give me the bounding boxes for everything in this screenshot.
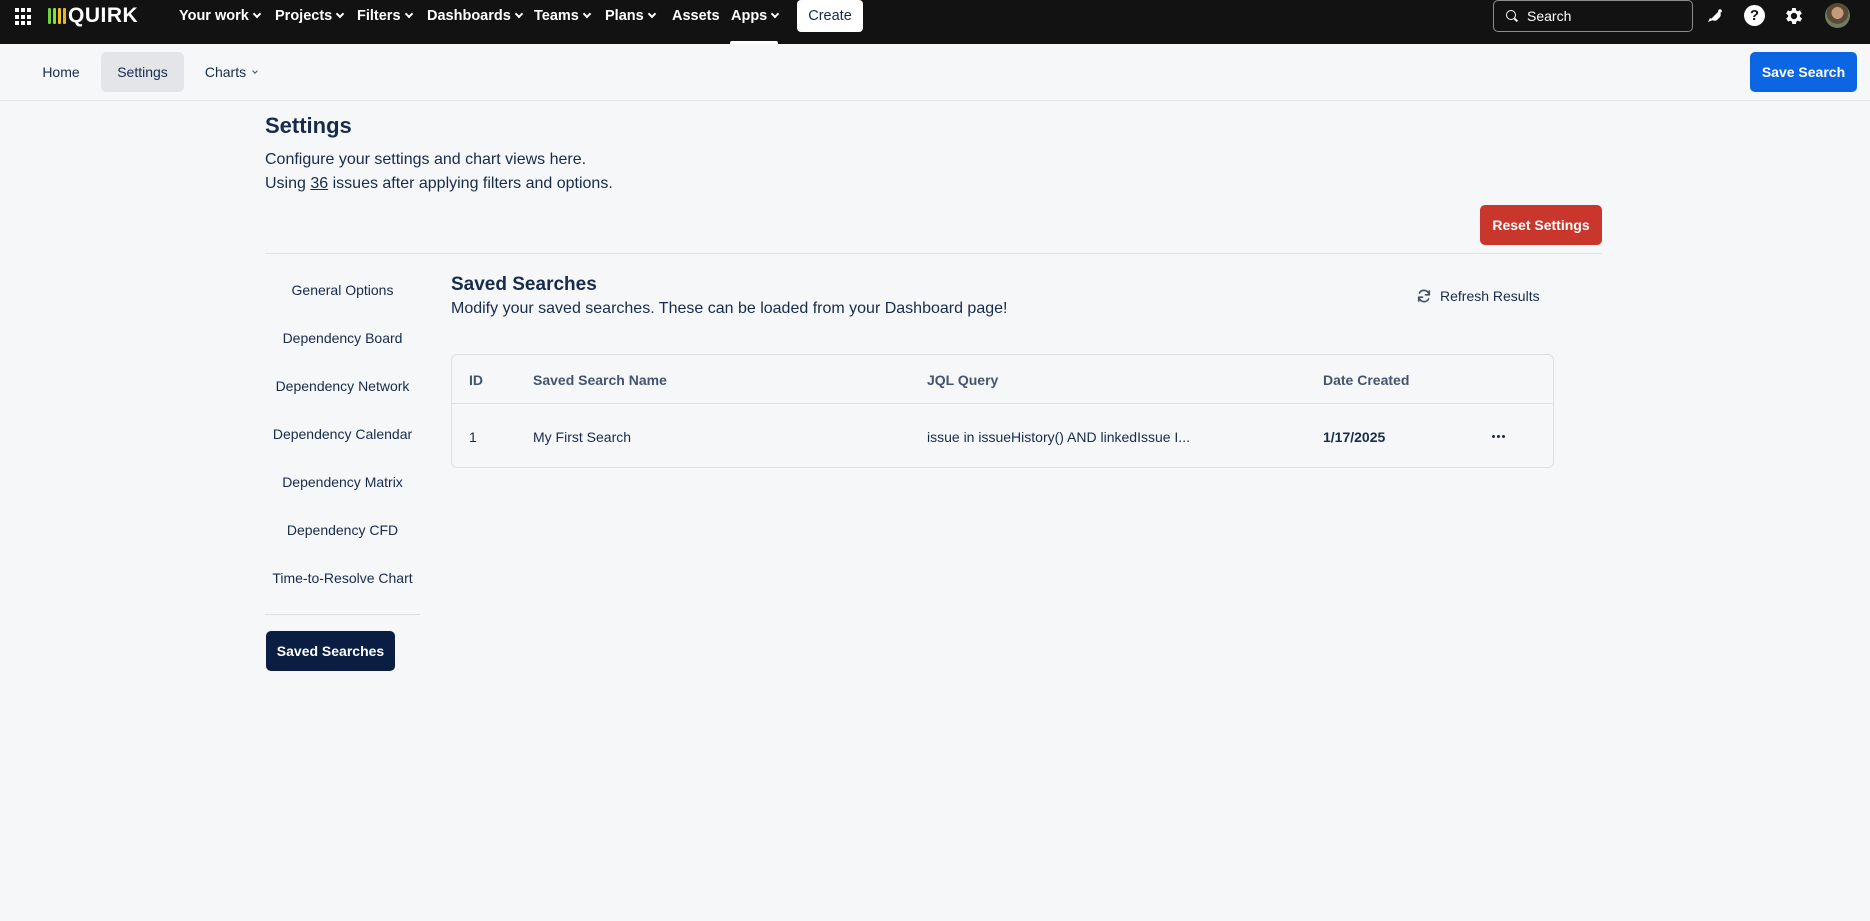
reset-settings-button[interactable]: Reset Settings — [1480, 205, 1602, 245]
chevron-down-icon — [335, 9, 345, 19]
chevron-down-icon — [252, 67, 258, 74]
nav-filters-label: Filters — [357, 8, 401, 24]
nav-dashboards[interactable]: Dashboards — [427, 0, 524, 32]
help-icon[interactable]: ? — [1744, 5, 1765, 26]
usage-suffix: issues after applying filters and option… — [332, 175, 613, 192]
header-divider — [265, 253, 1602, 254]
issue-usage-text: Using 36 issues after applying filters a… — [265, 175, 613, 193]
column-header-date-created[interactable]: Date Created — [1323, 355, 1409, 404]
cell-date-created: 1/17/2025 — [1323, 428, 1386, 445]
quirk-logo[interactable]: QUIRK — [48, 4, 138, 28]
nav-teams-label: Teams — [534, 8, 579, 24]
column-header-jql[interactable]: JQL Query — [927, 355, 998, 404]
nav-projects-label: Projects — [275, 8, 333, 24]
refresh-results-button[interactable]: Refresh Results — [1410, 282, 1546, 310]
table-header: ID Saved Search Name JQL Query Date Crea… — [452, 355, 1553, 404]
nav-your-work-label: Your work — [179, 8, 249, 24]
menu-item-dependency-calendar[interactable]: Dependency Calendar — [265, 414, 420, 454]
nav-assets[interactable]: Assets — [672, 0, 720, 32]
nav-apps[interactable]: Apps — [731, 0, 780, 32]
chevron-down-icon — [771, 9, 780, 19]
sub-navigation: Home Settings Charts Save Search — [0, 44, 1870, 101]
chevron-down-icon — [404, 9, 413, 19]
nav-dashboards-label: Dashboards — [427, 8, 511, 24]
search-input[interactable] — [1527, 8, 1687, 24]
nav-assets-label: Assets — [672, 8, 720, 24]
menu-item-time-to-resolve-chart[interactable]: Time-to-Resolve Chart — [265, 558, 420, 598]
usage-prefix: Using — [265, 175, 306, 192]
logo-mark-icon — [48, 8, 66, 24]
nav-your-work[interactable]: Your work — [179, 0, 262, 32]
logo-text: QUIRK — [68, 4, 139, 27]
column-header-name[interactable]: Saved Search Name — [533, 355, 667, 404]
chevron-down-icon — [514, 9, 524, 19]
saved-searches-description: Modify your saved searches. These can be… — [451, 300, 1008, 317]
app-switcher-icon[interactable] — [15, 8, 33, 26]
saved-searches-table: ID Saved Search Name JQL Query Date Crea… — [451, 354, 1554, 468]
cell-jql: issue in issueHistory() AND linkedIssue … — [927, 428, 1190, 445]
nav-projects[interactable]: Projects — [275, 0, 345, 32]
tab-home-label: Home — [42, 64, 80, 80]
cell-name: My First Search — [533, 428, 632, 445]
menu-item-general-options[interactable]: General Options — [265, 270, 420, 310]
tab-settings[interactable]: Settings — [101, 52, 184, 92]
tab-charts[interactable]: Charts — [195, 52, 267, 92]
refresh-icon — [1417, 289, 1431, 303]
search-icon — [1506, 10, 1518, 22]
menu-item-saved-searches[interactable]: Saved Searches — [266, 631, 395, 671]
nav-plans[interactable]: Plans — [605, 0, 656, 32]
settings-gear-icon[interactable] — [1782, 4, 1806, 28]
tab-charts-label: Charts — [204, 64, 247, 80]
issue-count-link[interactable]: 36 — [310, 175, 328, 192]
create-button[interactable]: Create — [797, 0, 863, 32]
help-glyph: ? — [1749, 7, 1760, 24]
chevron-down-icon — [647, 9, 656, 19]
menu-divider — [265, 614, 420, 615]
nav-filters[interactable]: Filters — [357, 0, 413, 32]
menu-item-dependency-cfd[interactable]: Dependency CFD — [265, 510, 420, 550]
top-navigation: QUIRK Your work Projects Filters Dashboa… — [0, 0, 1870, 44]
save-search-button[interactable]: Save Search — [1750, 52, 1857, 92]
user-avatar[interactable] — [1825, 3, 1850, 28]
global-search[interactable] — [1493, 0, 1693, 32]
page-title: Settings — [265, 113, 352, 138]
nav-plans-label: Plans — [605, 8, 644, 24]
menu-item-dependency-matrix[interactable]: Dependency Matrix — [265, 462, 420, 502]
tab-settings-label: Settings — [117, 64, 168, 80]
saved-searches-title: Saved Searches — [451, 274, 597, 295]
chevron-down-icon — [252, 9, 262, 19]
menu-item-dependency-network[interactable]: Dependency Network — [265, 366, 420, 406]
nav-teams[interactable]: Teams — [534, 0, 592, 32]
menu-item-dependency-board[interactable]: Dependency Board — [265, 318, 420, 358]
tab-home[interactable]: Home — [30, 52, 92, 92]
row-actions-more-icon[interactable] — [1484, 424, 1512, 448]
chevron-down-icon — [582, 9, 592, 19]
table-row[interactable]: 1 My First Search issue in issueHistory(… — [452, 405, 1553, 468]
nav-apps-label: Apps — [731, 8, 768, 24]
refresh-results-label: Refresh Results — [1440, 288, 1540, 304]
column-header-id[interactable]: ID — [469, 355, 483, 404]
cell-id: 1 — [469, 428, 477, 445]
page-description: Configure your settings and chart views … — [265, 151, 587, 168]
notifications-icon[interactable] — [1703, 4, 1727, 28]
